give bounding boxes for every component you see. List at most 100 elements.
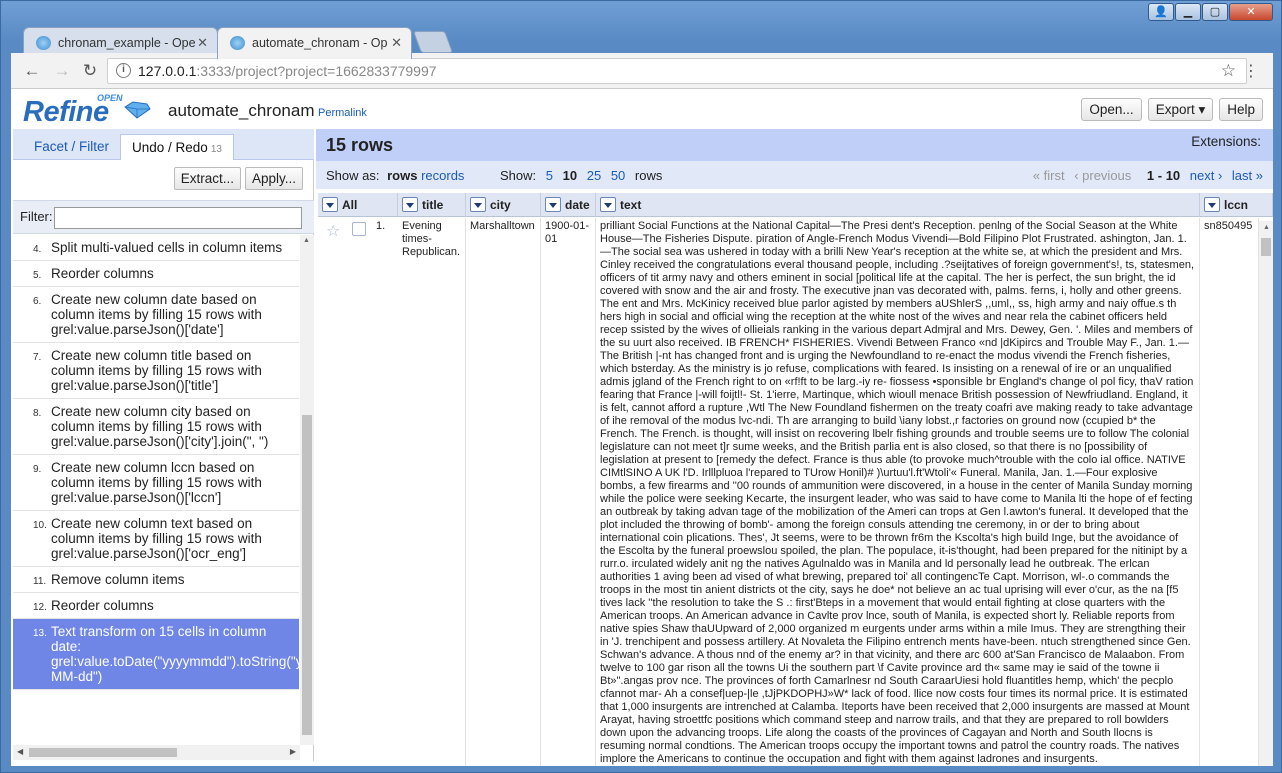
scroll-left-arrow-icon[interactable]: ◀ xyxy=(17,747,23,756)
pager-next-link[interactable]: next › xyxy=(1190,168,1223,183)
page-size-50[interactable]: 50 xyxy=(611,168,625,183)
show-label: Show: xyxy=(500,168,537,183)
history-item[interactable]: 10. Create new column text based on colum… xyxy=(13,511,299,567)
pager-first: « first xyxy=(1032,168,1065,183)
profile-icon[interactable]: 👤 xyxy=(1148,3,1174,21)
flag-row-icon[interactable] xyxy=(352,222,366,236)
history-num: 12. xyxy=(33,602,47,613)
history-item[interactable]: 8. Create new column city based on column… xyxy=(13,399,299,455)
maximize-icon[interactable]: ▢ xyxy=(1202,3,1228,21)
star-row-icon[interactable]: ☆ xyxy=(326,221,340,241)
reload-icon[interactable]: ↻ xyxy=(79,60,101,82)
pager-last-link[interactable]: last » xyxy=(1232,168,1263,183)
column-header-all[interactable]: All xyxy=(318,193,398,217)
history-num: 11. xyxy=(33,576,47,587)
browser-menu-icon[interactable]: ⋮ xyxy=(1243,61,1259,81)
tab-title: automate_chronam - Op xyxy=(252,36,388,50)
column-menu-arrow-icon[interactable] xyxy=(600,197,616,212)
left-tabs: Facet / Filter Undo / Redo 13 xyxy=(13,129,314,161)
history-vertical-scrollbar[interactable]: ▲ xyxy=(300,235,314,745)
column-header-lccn[interactable]: lccn xyxy=(1200,193,1273,217)
export-button[interactable]: Export ▾ xyxy=(1147,98,1214,121)
history-horizontal-scrollbar[interactable]: ◀ ▶ xyxy=(13,745,300,760)
history-num: 13. xyxy=(33,628,47,639)
project-name[interactable]: automate_chronam xyxy=(168,101,314,121)
filter-label: Filter: xyxy=(20,209,53,224)
history-item[interactable]: 4. Split multi-valued cells in column ite… xyxy=(13,235,299,261)
close-tab-icon[interactable]: ✕ xyxy=(197,35,208,51)
back-arrow-icon[interactable]: ← xyxy=(21,60,43,82)
forward-arrow-icon[interactable]: → xyxy=(51,60,73,82)
history-item[interactable]: 9. Create new column lccn based on column… xyxy=(13,455,299,511)
history-item[interactable]: 12. Reorder columns xyxy=(13,593,299,619)
history-item[interactable]: 6. Create new column date based on column… xyxy=(13,287,299,343)
history-num: 9. xyxy=(33,464,42,475)
column-menu-arrow-icon[interactable] xyxy=(322,197,338,212)
tab-strip: chronam_example - Ope ✕ automate_chronam… xyxy=(15,21,1275,59)
refine-favicon-icon xyxy=(230,36,245,50)
table-vertical-scrollbar[interactable]: ▲ xyxy=(1259,221,1273,766)
history-item[interactable]: 7. Create new column title based on colum… xyxy=(13,343,299,399)
column-header-text[interactable]: text xyxy=(596,193,1200,217)
help-button[interactable]: Help xyxy=(1219,98,1263,121)
column-menu-arrow-icon[interactable] xyxy=(1204,197,1220,212)
cell-text[interactable]: prilliant Social Functions at the Nation… xyxy=(596,218,1200,766)
bookmark-star-icon[interactable]: ☆ xyxy=(1221,61,1236,81)
history-num: 7. xyxy=(33,352,42,363)
column-title: text xyxy=(620,198,642,212)
scroll-thumb[interactable] xyxy=(302,415,312,735)
close-window-icon[interactable]: ✕ xyxy=(1229,3,1273,21)
scroll-up-arrow-icon[interactable]: ▲ xyxy=(1263,224,1270,231)
cell-title[interactable]: Evening times-Republican. xyxy=(398,218,466,766)
filter-input[interactable] xyxy=(54,207,302,229)
data-panel: 15 rows Extensions: Show as: rows record… xyxy=(316,129,1273,766)
page-size-10-current: 10 xyxy=(562,168,578,183)
column-menu-arrow-icon[interactable] xyxy=(545,197,561,212)
tab-title: chronam_example - Ope xyxy=(58,36,196,50)
refine-logo[interactable]: Refine xyxy=(23,96,109,129)
extensions-menu[interactable]: Extensions: xyxy=(1191,134,1261,149)
address-bar[interactable]: i 127.0.0.1:3333/project?project=1662833… xyxy=(107,58,1247,84)
address-path: :3333/project?project=1662833779997 xyxy=(196,63,437,79)
cell-date[interactable]: 1900-01-01 xyxy=(541,218,596,766)
column-menu-arrow-icon[interactable] xyxy=(470,197,486,212)
page-size-25[interactable]: 25 xyxy=(587,168,601,183)
permalink-link[interactable]: Permalink xyxy=(318,107,367,119)
page-size-5[interactable]: 5 xyxy=(546,168,553,183)
history-text: Create new column text based on column i… xyxy=(51,516,262,561)
history-text: Reorder columns xyxy=(51,266,154,281)
scroll-right-arrow-icon[interactable]: ▶ xyxy=(290,747,296,756)
tab-facet-filter[interactable]: Facet / Filter xyxy=(23,134,120,161)
apply-button[interactable]: Apply... xyxy=(244,167,303,190)
show-as-records-link[interactable]: records xyxy=(421,168,464,183)
tab-automate-chronam[interactable]: automate_chronam - Op ✕ xyxy=(217,27,412,59)
history-item-selected[interactable]: 13. Text transform on 15 cells in column … xyxy=(13,619,299,690)
column-header-city[interactable]: city xyxy=(466,193,541,217)
show-as-label: Show as: xyxy=(326,168,380,183)
history-text: Create new column date based on column i… xyxy=(51,292,262,337)
history-num: 10. xyxy=(33,520,47,531)
show-as-rows[interactable]: rows xyxy=(387,168,417,183)
scroll-thumb[interactable] xyxy=(29,748,177,757)
refine-logo-open: OPEN xyxy=(97,93,123,103)
new-tab-button[interactable] xyxy=(412,31,454,53)
history-text: Remove column items xyxy=(51,572,185,587)
column-header-date[interactable]: date xyxy=(541,193,596,217)
close-tab-icon[interactable]: ✕ xyxy=(391,35,402,51)
history-text: Text transform on 15 cells in column dat… xyxy=(51,624,299,684)
column-header-title[interactable]: title xyxy=(398,193,466,217)
scroll-thumb[interactable] xyxy=(1261,238,1271,256)
extract-button[interactable]: Extract... xyxy=(173,167,241,190)
pager-previous: ‹ previous xyxy=(1074,168,1132,183)
history-item[interactable]: 11. Remove column items xyxy=(13,567,299,593)
info-icon[interactable]: i xyxy=(116,63,131,78)
tab-undo-redo[interactable]: Undo / Redo 13 xyxy=(120,134,234,161)
open-button[interactable]: Open... xyxy=(1081,98,1142,121)
cell-city[interactable]: Marshalltown xyxy=(466,218,541,766)
history-item[interactable]: 5. Reorder columns xyxy=(13,261,299,287)
cell-lccn[interactable]: sn850495 xyxy=(1200,218,1259,766)
history-text: Split multi-valued cells in column items xyxy=(51,240,283,255)
scroll-up-arrow-icon[interactable]: ▲ xyxy=(303,237,310,244)
minimize-icon[interactable]: ▁ xyxy=(1175,3,1201,21)
column-menu-arrow-icon[interactable] xyxy=(402,197,418,212)
